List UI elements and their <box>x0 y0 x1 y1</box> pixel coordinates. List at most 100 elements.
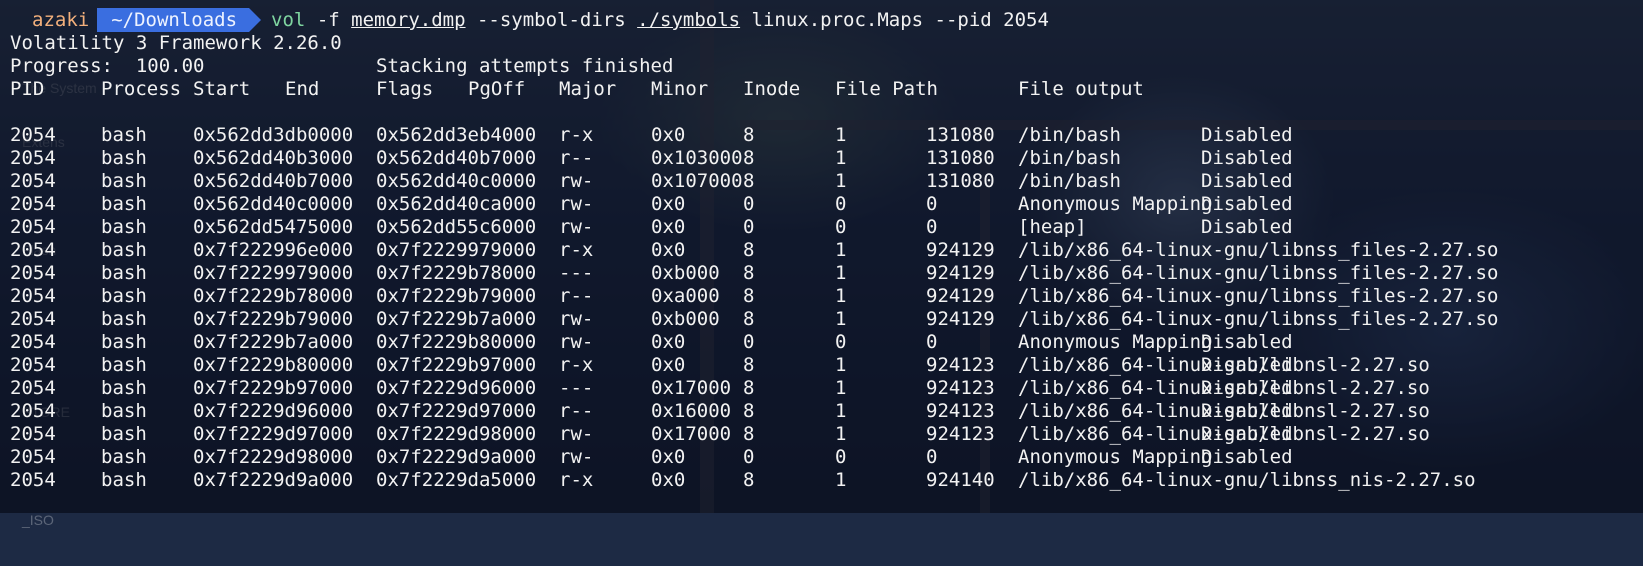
cell-minor: 1 <box>835 262 847 284</box>
column-header-major: Major <box>559 78 617 100</box>
cell-minor: 0 <box>835 331 847 353</box>
table-header: PID Process Start End Flags PgOff Major Minor In… <box>10 77 1610 101</box>
cell-flags: rw- <box>559 446 594 468</box>
command-arg: ./symbols <box>637 9 741 31</box>
cell-minor: 1 <box>835 308 847 330</box>
cell-start: 0x7f222996e000 <box>193 239 354 261</box>
cell-major: 8 <box>743 124 755 146</box>
cell-inode: 0 <box>926 216 938 238</box>
cell-end: 0x7f2229d98000 <box>376 423 537 445</box>
cell-major: 8 <box>743 285 755 307</box>
column-header-end: End <box>285 78 320 100</box>
cell-end: 0x562dd40b7000 <box>376 147 537 169</box>
cell-inode: 924129 <box>926 308 995 330</box>
cell-pgoff: 0x0 <box>651 216 686 238</box>
cell-start: 0x7f2229d96000 <box>193 400 354 422</box>
table-row: 2054 bash 0x7f2229979000 0x7f2229b78000 --- 0… <box>10 261 1640 285</box>
command-arg: memory.dmp <box>351 9 466 31</box>
cell-end: 0x7f2229b78000 <box>376 262 537 284</box>
cell-flags: r-- <box>559 147 594 169</box>
cell-process: bash <box>101 469 147 491</box>
cell-major: 0 <box>743 193 755 215</box>
cell-major: 8 <box>743 239 755 261</box>
cell-process: bash <box>101 170 147 192</box>
table-row: 2054 bash 0x562dd40b7000 0x562dd40c0000 rw- 0… <box>10 169 1640 193</box>
cell-file-output: Disabled <box>1201 377 1293 399</box>
cell-file-path: /lib/x86_64-linux-gnu/libnss_files-2.27.… <box>1018 285 1499 307</box>
cell-pid: 2054 <box>10 377 56 399</box>
version-line: Volatility 3 Framework 2.26.0 <box>10 32 342 54</box>
cell-file-path: /lib/x86_64-linux-gnu/libnss_files-2.27.… <box>1018 262 1499 284</box>
cell-pgoff: 0x0 <box>651 239 686 261</box>
cell-inode: 924129 <box>926 239 995 261</box>
cell-pgoff: 0x17000 <box>651 423 732 445</box>
cell-file-output: Disabled <box>1201 354 1293 376</box>
cell-file-path: /bin/bash <box>1018 124 1121 146</box>
cell-process: bash <box>101 239 147 261</box>
cell-pgoff: 0x103000 <box>651 147 743 169</box>
cell-pid: 2054 <box>10 193 56 215</box>
cell-end: 0x562dd40ca000 <box>376 193 537 215</box>
cell-file-output: Disabled <box>1201 331 1293 353</box>
cell-process: bash <box>101 446 147 468</box>
cell-pgoff: 0x0 <box>651 446 686 468</box>
cell-start: 0x7f2229d97000 <box>193 423 354 445</box>
terminal-window[interactable]: azaki ~/Downloads vol -f memory.dmp --sy… <box>0 0 1643 513</box>
cell-inode: 131080 <box>926 147 995 169</box>
cell-end: 0x7f2229b80000 <box>376 331 537 353</box>
cell-end: 0x7f2229d9a000 <box>376 446 537 468</box>
cell-process: bash <box>101 331 147 353</box>
cell-flags: rw- <box>559 193 594 215</box>
cell-minor: 1 <box>835 423 847 445</box>
cell-file-output: Disabled <box>1201 400 1293 422</box>
cell-file-output: Disabled <box>1201 216 1293 238</box>
cell-pgoff: 0x107000 <box>651 170 743 192</box>
command-line[interactable]: vol -f memory.dmp --symbol-dirs ./symbol… <box>271 9 1049 31</box>
table-row: 2054 bash 0x7f2229b79000 0x7f2229b7a000 rw- 0… <box>10 307 1640 331</box>
cell-minor: 1 <box>835 354 847 376</box>
cell-end: 0x7f2229b79000 <box>376 285 537 307</box>
table-row: 2054 bash 0x562dd40c0000 0x562dd40ca000 rw- 0… <box>10 192 1640 216</box>
cell-major: 8 <box>743 469 755 491</box>
cell-major: 0 <box>743 216 755 238</box>
cell-minor: 0 <box>835 446 847 468</box>
cell-process: bash <box>101 124 147 146</box>
table-row: 2054 bash 0x7f2229b7a000 0x7f2229b80000 rw- 0… <box>10 330 1640 354</box>
cell-pid: 2054 <box>10 239 56 261</box>
cell-major: 8 <box>743 147 755 169</box>
cell-file-path: /bin/bash <box>1018 147 1121 169</box>
cell-process: bash <box>101 308 147 330</box>
cell-pid: 2054 <box>10 400 56 422</box>
cell-start: 0x562dd40b3000 <box>193 147 354 169</box>
cell-minor: 0 <box>835 216 847 238</box>
cell-file-path: [heap] <box>1018 216 1087 238</box>
cell-process: bash <box>101 262 147 284</box>
cell-flags: r-- <box>559 400 594 422</box>
cell-inode: 131080 <box>926 170 995 192</box>
cell-pgoff: 0x0 <box>651 193 686 215</box>
cell-pgoff: 0x0 <box>651 354 686 376</box>
cell-flags: --- <box>559 377 594 399</box>
column-header-process: Process <box>101 78 182 100</box>
cell-flags: r-x <box>559 124 594 146</box>
column-header-minor: Minor <box>651 78 709 100</box>
cell-minor: 1 <box>835 239 847 261</box>
cell-start: 0x7f2229d9a000 <box>193 469 354 491</box>
cell-inode: 924123 <box>926 377 995 399</box>
cell-inode: 924129 <box>926 262 995 284</box>
cell-start: 0x7f2229b80000 <box>193 354 354 376</box>
cell-start: 0x562dd40b7000 <box>193 170 354 192</box>
column-header-pid: PID <box>10 78 45 100</box>
cell-inode: 0 <box>926 446 938 468</box>
cell-pgoff: 0xb000 <box>651 308 720 330</box>
cell-inode: 924123 <box>926 400 995 422</box>
cell-process: bash <box>101 423 147 445</box>
table-row: 2054 bash 0x7f2229b97000 0x7f2229d96000 --- 0… <box>10 376 1640 400</box>
cell-pgoff: 0x16000 <box>651 400 732 422</box>
column-header-file-path: File Path <box>835 78 938 100</box>
table-row: 2054 bash 0x562dd40b3000 0x562dd40b7000 r-- 0… <box>10 146 1640 170</box>
cell-start: 0x562dd5475000 <box>193 216 354 238</box>
command-arg: -f <box>305 9 352 31</box>
cell-pid: 2054 <box>10 308 56 330</box>
table-row: 2054 bash 0x562dd3db0000 0x562dd3eb4000 r-x 0… <box>10 123 1640 147</box>
